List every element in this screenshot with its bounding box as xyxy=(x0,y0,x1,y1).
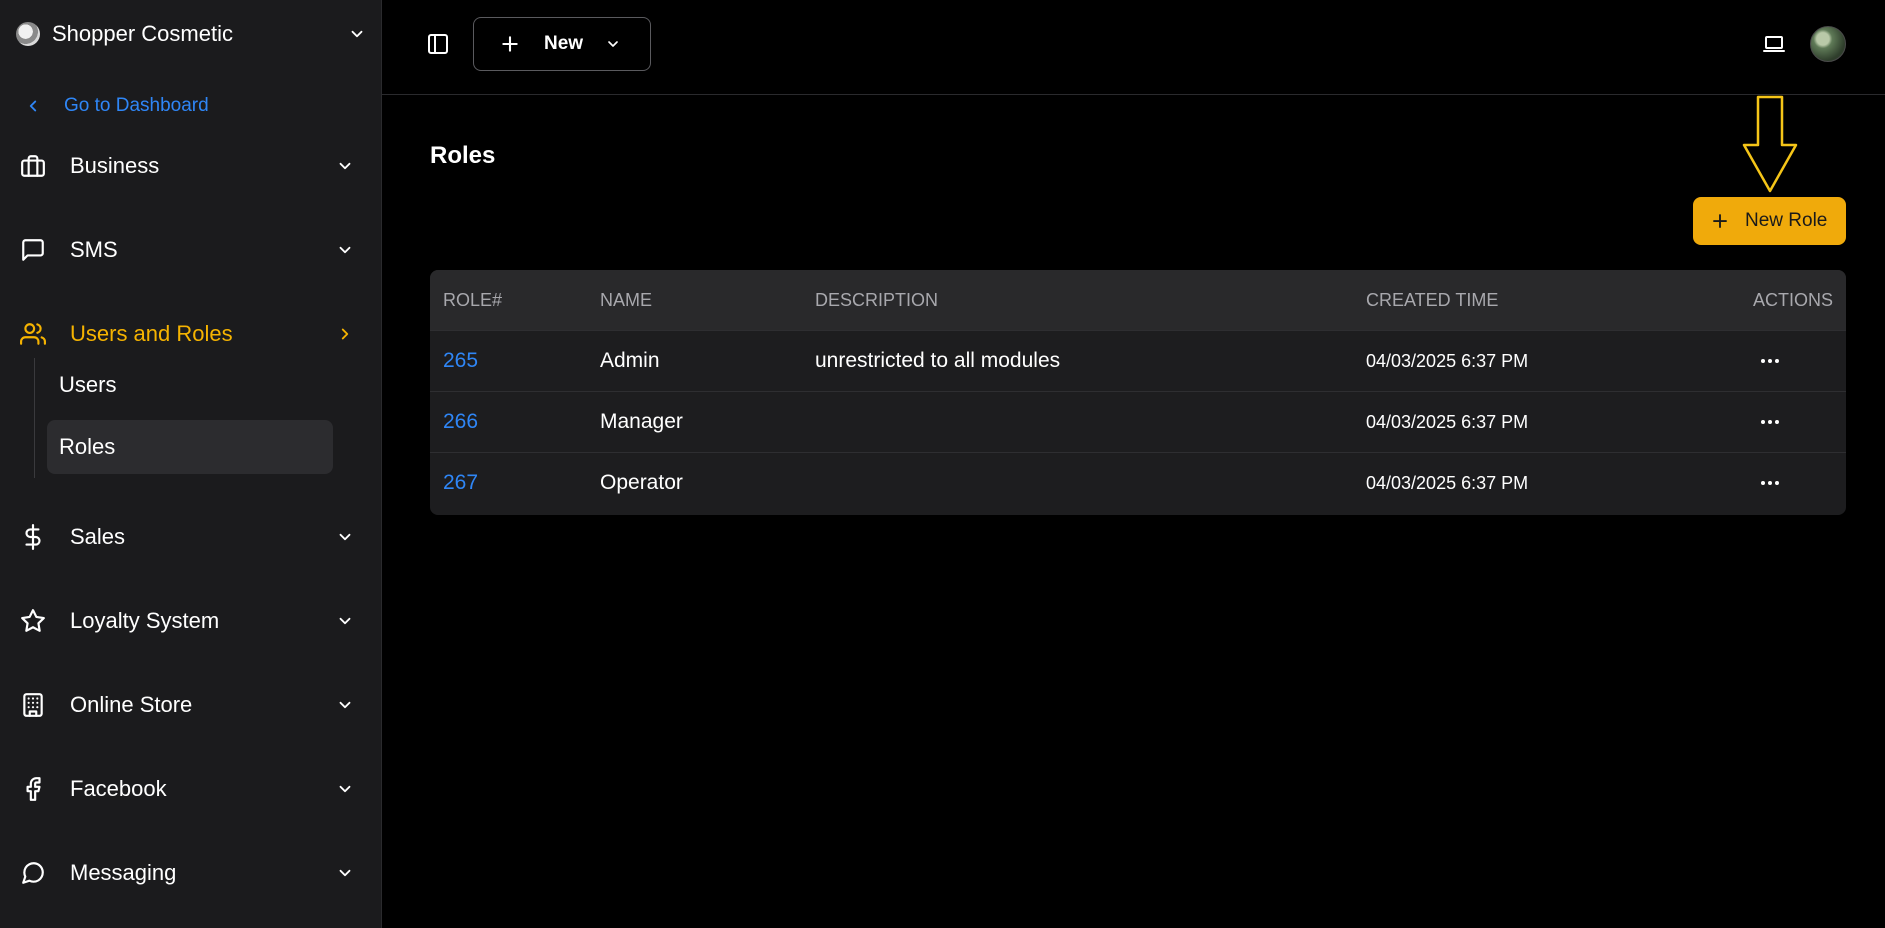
role-created-time: 04/03/2025 6:37 PM xyxy=(1366,411,1529,432)
business-switcher[interactable]: Shopper Cosmetic xyxy=(16,14,366,54)
sidebar-item-label: SMS xyxy=(70,237,118,262)
main-content: New Roles New Role ROLE# NAME DESCRIPTIO… xyxy=(382,0,1885,928)
column-header-name: NAME xyxy=(600,289,653,310)
chevron-down-icon xyxy=(339,869,351,877)
sidebar-toggle-icon[interactable] xyxy=(426,32,450,56)
role-id-link[interactable]: 266 xyxy=(443,410,478,434)
role-id-link[interactable]: 265 xyxy=(443,349,478,373)
chevron-down-icon xyxy=(351,30,363,38)
chevron-down-icon xyxy=(339,162,351,170)
new-role-label: New Role xyxy=(1745,210,1828,231)
plus-icon xyxy=(502,36,518,52)
chevron-down-icon xyxy=(339,533,351,541)
star-icon xyxy=(21,609,45,632)
new-role-button[interactable]: New Role xyxy=(1693,197,1846,245)
sidebar: Shopper Cosmetic Go to Dashboard Busines… xyxy=(0,0,382,928)
role-name: Admin xyxy=(600,349,660,372)
table-header: ROLE# NAME DESCRIPTION CREATED TIME ACTI… xyxy=(430,270,1846,330)
sidebar-item-label: Facebook xyxy=(70,776,167,801)
chevron-down-icon xyxy=(339,246,351,254)
role-name: Operator xyxy=(600,471,683,494)
briefcase-icon xyxy=(21,155,45,177)
chevron-down-icon xyxy=(339,617,351,625)
column-header-description: DESCRIPTION xyxy=(815,289,939,310)
sidebar-item-label: Sales xyxy=(70,524,126,549)
sidebar-item-business[interactable]: Business xyxy=(20,142,362,190)
chevron-down-icon xyxy=(339,701,351,709)
chevron-left-icon xyxy=(29,100,37,112)
more-actions-icon[interactable] xyxy=(1758,349,1782,373)
facebook-icon xyxy=(26,777,41,801)
role-id-link[interactable]: 267 xyxy=(443,471,478,495)
sidebar-item-label: Business xyxy=(70,153,160,178)
message-square-icon xyxy=(22,239,44,261)
sidebar-item-sms[interactable]: SMS xyxy=(20,226,362,274)
sidebar-item-sales[interactable]: Sales xyxy=(20,513,362,561)
chat-bubble-icon xyxy=(22,862,44,884)
sidebar-item-online-store[interactable]: Online Store xyxy=(20,681,362,729)
role-created-time: 04/03/2025 6:37 PM xyxy=(1366,472,1529,493)
table-row: 267 Operator 04/03/2025 6:37 PM xyxy=(430,452,1846,513)
sidebar-item-loyalty-system[interactable]: Loyalty System xyxy=(20,597,362,645)
chevron-right-icon xyxy=(341,328,349,340)
building-icon xyxy=(23,693,43,717)
sidebar-item-label: Messaging xyxy=(70,860,177,885)
plus-icon xyxy=(1713,214,1727,228)
new-button-label: New xyxy=(544,33,584,54)
sidebar-item-label: Users and Roles xyxy=(70,321,233,346)
sidebar-item-label: Loyalty System xyxy=(70,608,220,633)
dollar-icon xyxy=(25,524,41,550)
chevron-down-icon xyxy=(608,41,618,47)
sidebar-item-label: Online Store xyxy=(70,692,193,717)
down-arrow-annotation-icon xyxy=(1742,95,1798,193)
column-header-role: ROLE# xyxy=(443,289,503,310)
roles-table: ROLE# NAME DESCRIPTION CREATED TIME ACTI… xyxy=(430,270,1846,515)
role-created-time: 04/03/2025 6:37 PM xyxy=(1366,350,1529,371)
business-name: Shopper Cosmetic xyxy=(52,21,233,46)
more-actions-icon[interactable] xyxy=(1758,410,1782,434)
table-row: 265 Admin unrestricted to all modules 04… xyxy=(430,330,1846,391)
users-and-roles-subnav: Users Roles xyxy=(34,358,334,478)
brand-logo-icon xyxy=(16,22,40,46)
role-name: Manager xyxy=(600,410,683,433)
sidebar-subitem-roles[interactable]: Roles xyxy=(47,420,333,474)
app: Shopper Cosmetic Go to Dashboard Busines… xyxy=(0,0,1885,928)
column-header-created-time: CREATED TIME xyxy=(1366,289,1499,310)
role-description: unrestricted to all modules xyxy=(815,349,1061,372)
column-header-actions: ACTIONS xyxy=(1752,289,1833,310)
sidebar-subitem-users[interactable]: Users xyxy=(47,358,333,412)
page-title: Roles xyxy=(430,142,496,169)
sidebar-item-facebook[interactable]: Facebook xyxy=(20,765,362,813)
top-bar: New xyxy=(382,0,1885,95)
users-icon xyxy=(20,323,46,345)
table-row: 266 Manager 04/03/2025 6:37 PM xyxy=(430,391,1846,452)
new-dropdown-button[interactable]: New xyxy=(473,17,651,71)
chevron-down-icon xyxy=(339,785,351,793)
user-avatar[interactable] xyxy=(1810,26,1846,62)
sidebar-item-users-and-roles[interactable]: Users and Roles xyxy=(20,310,362,358)
sidebar-item-messaging[interactable]: Messaging xyxy=(20,849,362,897)
laptop-icon[interactable] xyxy=(1762,32,1786,56)
go-to-dashboard-link[interactable]: Go to Dashboard xyxy=(24,92,209,120)
go-to-dashboard-label: Go to Dashboard xyxy=(64,95,209,116)
more-actions-icon[interactable] xyxy=(1758,471,1782,495)
